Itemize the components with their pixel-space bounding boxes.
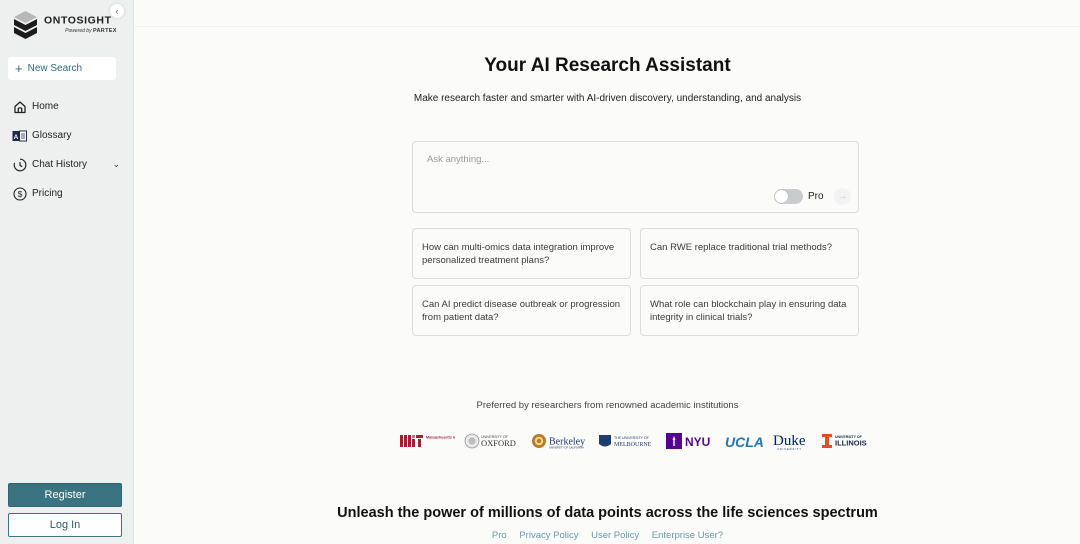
ontosight-logo-icon [14,11,37,39]
collapse-sidebar-button[interactable]: ‹ [110,4,124,18]
dollar-icon: $ [12,186,27,201]
svg-text:UCLA: UCLA [725,434,764,450]
pro-label: Pro [808,191,824,202]
svg-text:THE UNIVERSITY OF: THE UNIVERSITY OF [614,436,649,440]
suggestion-card[interactable]: Can RWE replace traditional trial method… [640,228,859,279]
institution-logos: Massachusetts Institute of Technology UN… [400,430,880,452]
plus-icon: + [15,61,23,76]
brand-name: ONTOSIGHT [44,14,112,27]
page-title: Your AI Research Assistant [484,55,731,76]
svg-text:A: A [14,133,19,140]
sidebar-item-label: Chat History [32,159,88,170]
mit-logo: Massachusetts Institute of Technology [400,430,455,452]
sidebar-nav: Home A Glossary Chat History ⌄ $ Pricing [12,92,124,208]
sidebar-item-label: Home [32,101,59,112]
chevron-down-icon[interactable]: ⌄ [112,159,120,170]
footer-link-pro[interactable]: Pro [492,530,507,541]
svg-text:MELBOURNE: MELBOURNE [614,442,652,448]
melbourne-logo: THE UNIVERSITY OF MELBOURNE [598,430,656,452]
arrow-right-icon: → [837,191,848,202]
ask-box: Pro → [412,141,859,213]
tagline: Unleash the power of millions of data po… [337,505,878,521]
preferred-by-text: Preferred by researchers from renowned a… [476,400,739,411]
sidebar-item-label: Pricing [32,188,63,199]
footer-links: Pro Privacy Policy User Policy Enterpris… [135,530,1080,541]
register-button[interactable]: Register [8,483,122,507]
sidebar-item-pricing[interactable]: $ Pricing [12,179,124,208]
svg-text:ILLINOIS: ILLINOIS [835,439,867,448]
svg-text:UNIVERSITY: UNIVERSITY [777,448,802,451]
sidebar-item-label: Glossary [32,130,72,141]
ask-input[interactable] [427,154,807,165]
nyu-logo: NYU [666,430,714,452]
clock-icon [12,157,27,172]
berkeley-logo: Berkeley UNIVERSITY OF CALIFORNIA [531,430,589,452]
toggle-knob [775,190,788,203]
oxford-logo: UNIVERSITY OF OXFORD [464,430,524,452]
login-button[interactable]: Log In [8,513,122,537]
footer-link-enterprise-user[interactable]: Enterprise User? [652,530,723,541]
chevron-left-icon: ‹ [115,6,119,16]
duke-logo: Duke UNIVERSITY [773,430,813,452]
partner-name: PARTEX [92,27,117,34]
svg-text:NYU: NYU [685,435,710,449]
svg-text:$: $ [17,189,22,199]
send-button[interactable]: → [834,188,851,205]
powered-by-text: Powered by [65,27,92,34]
sidebar-item-home[interactable]: Home [12,92,124,121]
new-search-label: New Search [27,63,83,74]
svg-text:Massachusetts Institute of Tec: Massachusetts Institute of Technology [426,436,455,440]
svg-text:Duke: Duke [773,433,806,449]
footer-link-privacy-policy[interactable]: Privacy Policy [519,530,578,541]
page-subtitle: Make research faster and smarter with AI… [413,93,802,104]
sidebar: ONTOSIGHT® Powered by PARTEX ‹ + New Sea… [0,0,134,544]
footer-link-user-policy[interactable]: User Policy [591,530,639,541]
suggestion-card[interactable]: How can multi-omics data integration imp… [412,228,631,279]
svg-text:UNIVERSITY OF CALIFORNIA: UNIVERSITY OF CALIFORNIA [549,447,584,450]
new-search-button[interactable]: + New Search [8,57,116,80]
sidebar-item-chat-history[interactable]: Chat History ⌄ [12,150,124,179]
svg-text:OXFORD: OXFORD [481,438,516,448]
top-bar [135,0,1080,27]
suggestion-card[interactable]: What role can blockchain play in ensurin… [640,285,859,336]
suggestion-card[interactable]: Can AI predict disease outbreak or progr… [412,285,631,336]
illinois-logo: UNIVERSITY OF ILLINOIS [821,430,876,452]
home-icon [12,99,27,114]
pro-toggle[interactable] [774,189,803,204]
sidebar-item-glossary[interactable]: A Glossary [12,121,124,150]
brand-logo[interactable]: ONTOSIGHT® Powered by PARTEX [12,10,117,40]
glossary-icon: A [12,128,27,143]
ucla-logo: UCLA [725,430,765,452]
